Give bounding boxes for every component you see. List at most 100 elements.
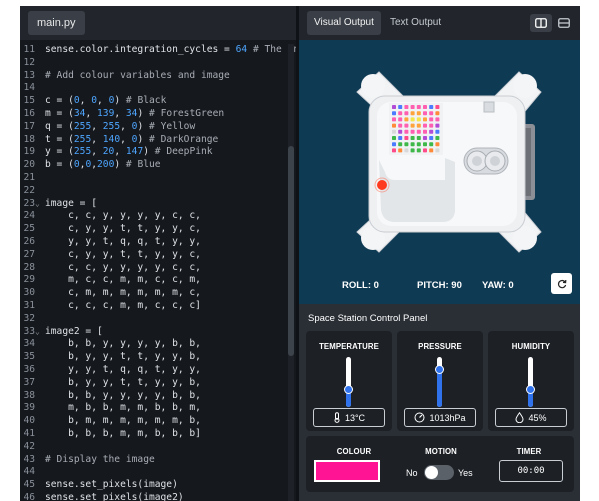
yaw-readout: YAW: 0 — [482, 280, 514, 291]
code-text: q = (255, 255, 0) # Yellow — [45, 120, 196, 132]
led-pixel — [423, 123, 427, 128]
code-text: c, c, y, y, y, y, c, c, — [45, 261, 201, 273]
editor-tab-bar: main.py — [20, 6, 296, 40]
line-number: 38 — [23, 389, 35, 401]
code-text: c, m, m, m, m, m, m, c, — [45, 287, 201, 299]
line-number: 45 — [23, 479, 35, 491]
reset-orientation-button[interactable] — [551, 273, 572, 294]
led-pixel — [423, 136, 427, 140]
pressure-slider[interactable] — [435, 357, 444, 407]
code-line: 40 b, m, m, m, m, m, m, b, — [20, 415, 296, 428]
code-line: 16 m = (34, 139, 34) # ForestGreen — [20, 108, 296, 121]
led-pixel — [429, 111, 434, 116]
code-line: 15 c = (0, 0, 0) # Black — [20, 95, 296, 108]
temperature-label: TEMPERATURE — [319, 342, 379, 351]
code-text: b, b, y, y, y, y, b, b, — [45, 338, 201, 350]
line-number: 43 — [23, 453, 35, 465]
led-pixel — [435, 117, 440, 122]
humidity-slider[interactable] — [526, 357, 535, 407]
humidity-value-box: 45% — [495, 408, 567, 427]
led-pixel — [429, 148, 434, 153]
code-text: # Add colour variables and image — [45, 69, 230, 81]
pressure-slider-knob[interactable] — [435, 365, 444, 374]
code-text: b, y, y, t, t, y, y, b, — [45, 351, 201, 363]
code-text: c, y, y, t, t, y, y, c, — [45, 223, 201, 235]
code-line: 20 b = (0,0,200) # Blue — [20, 159, 296, 172]
code-text: c = (0, 0, 0) # Black — [45, 95, 167, 107]
line-number: 29 — [23, 274, 35, 286]
line-number: 35 — [23, 351, 35, 363]
editor-scrollbar-thumb[interactable] — [288, 146, 294, 356]
split-view-button[interactable] — [530, 14, 552, 32]
astro-pi-device — [356, 71, 542, 253]
line-number: 22 — [23, 184, 35, 196]
code-line: 19 y = (255, 20, 147) # DeepPink — [20, 146, 296, 159]
led-pixel — [392, 142, 396, 147]
code-text: # Display the image — [45, 453, 155, 465]
fold-chevron-icon[interactable]: ⌄ — [35, 198, 40, 211]
motion-toggle[interactable] — [424, 465, 454, 480]
led-pixel — [410, 136, 415, 140]
code-line: 32 — [20, 313, 296, 326]
code-line: 44 — [20, 466, 296, 479]
code-line: 21 — [20, 172, 296, 185]
led-pixel — [416, 111, 421, 116]
motion-toggle-knob[interactable] — [425, 466, 438, 479]
led-pixel — [435, 129, 440, 134]
led-pixel — [423, 142, 427, 147]
code-area[interactable]: 11 sense.color.integration_cycles = 64 # … — [20, 44, 296, 501]
code-line: 11 sense.color.integration_cycles = 64 # … — [20, 44, 296, 57]
temperature-slider-knob[interactable] — [344, 385, 353, 394]
led-pixel — [435, 123, 440, 128]
temperature-slider[interactable] — [344, 357, 353, 407]
code-line: 39 m, b, b, m, m, b, b, m, — [20, 402, 296, 415]
code-text: b, b, y, y, y, y, b, b, — [45, 389, 201, 401]
line-number: 11 — [23, 44, 35, 55]
code-line: 28 c, c, y, y, y, y, c, c, — [20, 262, 296, 275]
code-line: 43 # Display the image — [20, 454, 296, 467]
led-pixel — [416, 123, 421, 128]
led-pixel — [423, 148, 427, 153]
line-number: 20 — [23, 159, 35, 171]
line-number: 32 — [23, 312, 35, 324]
line-number: 46 — [23, 492, 35, 501]
led-pixel — [398, 105, 403, 109]
code-line: 17 q = (255, 255, 0) # Yellow — [20, 121, 296, 134]
code-line: 25 c, y, y, t, t, y, y, c, — [20, 223, 296, 236]
tab-visual-output[interactable]: Visual Output — [307, 11, 381, 35]
led-pixel — [410, 148, 415, 153]
line-number: 18 — [23, 133, 35, 145]
led-pixel — [392, 105, 396, 109]
code-text: image = [ — [45, 197, 97, 209]
humidity-value: 45% — [528, 412, 547, 423]
led-pixel — [423, 117, 427, 122]
fold-chevron-icon[interactable]: ⌄ — [35, 326, 40, 339]
tab-text-output[interactable]: Text Output — [383, 11, 448, 35]
led-pixel — [398, 136, 403, 140]
code-line: 29 m, c, c, m, m, c, c, m, — [20, 274, 296, 287]
colour-picker[interactable] — [314, 460, 380, 482]
code-text: b = (0,0,200) # Blue — [45, 159, 161, 171]
line-number: 13 — [23, 69, 35, 81]
gauge-icon — [414, 412, 425, 423]
code-text: m, c, c, m, m, c, c, m, — [45, 274, 201, 286]
astro-pi-scene[interactable] — [299, 40, 580, 304]
thermometer-icon — [334, 412, 340, 423]
code-line: 26 y, y, t, q, q, t, y, y, — [20, 236, 296, 249]
led-pixel — [398, 123, 403, 128]
roll-readout: ROLL: 0 — [342, 280, 379, 291]
output-pane: Visual Output Text Output ROLL: 0 PITCH:… — [299, 6, 580, 501]
line-number: 27 — [23, 248, 35, 260]
stacked-view-button[interactable] — [553, 14, 575, 32]
led-pixel — [435, 148, 440, 153]
led-pixel — [404, 117, 409, 122]
led-pixel — [410, 117, 415, 122]
code-line: 24 c, c, y, y, y, y, c, c, — [20, 210, 296, 223]
code-line: 14 — [20, 82, 296, 95]
led-pixel — [416, 105, 421, 109]
led-pixel — [429, 136, 434, 140]
pitch-readout: PITCH: 90 — [417, 280, 462, 291]
line-number: 23 — [23, 197, 35, 209]
file-tab-main-py[interactable]: main.py — [28, 11, 85, 35]
humidity-slider-knob[interactable] — [526, 385, 535, 394]
